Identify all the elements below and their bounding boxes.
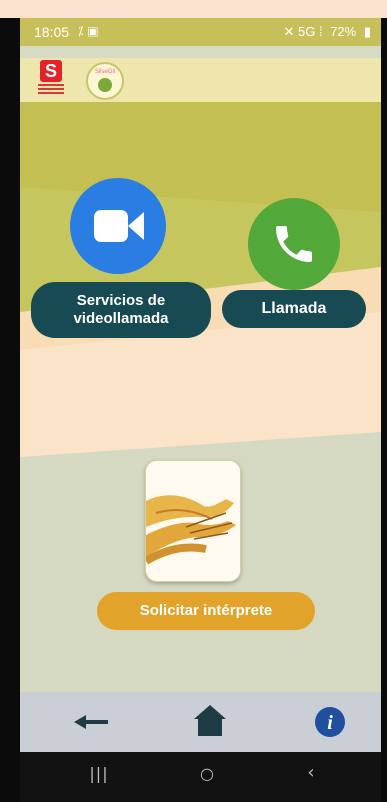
status-time: 18:05 (34, 24, 70, 40)
battery-level: 72% (330, 24, 357, 39)
home-icon (194, 705, 226, 736)
phone-handset-icon (276, 226, 312, 262)
top-accent-strip (0, 0, 387, 18)
foundation-logo: S (38, 60, 64, 98)
recent-apps-button[interactable]: ||| (84, 764, 114, 783)
foundation-logo-mark: S (40, 60, 62, 82)
sign-language-hands-icon (146, 461, 240, 581)
phone-call-icon[interactable] (248, 198, 340, 290)
android-back-button[interactable]: ‹ (296, 762, 326, 783)
right-frame (381, 18, 387, 802)
videocall-button[interactable]: Servicios de videollamada (31, 282, 211, 338)
android-home-button[interactable]: ○ (192, 764, 222, 783)
home-nav-button[interactable] (180, 692, 240, 752)
android-nav-bar: ||| ○ ‹ (20, 752, 381, 802)
request-interpreter-button[interactable]: Solicitar intérprete (97, 592, 315, 630)
back-nav-button[interactable] (68, 692, 128, 752)
camera-lens (128, 212, 144, 240)
videocall-icon[interactable] (70, 178, 166, 274)
silsegil-logo: SilseGil (86, 62, 124, 100)
signal-icon: ✕ 5G ⁞ (283, 24, 323, 39)
info-icon: i (315, 707, 345, 737)
battery-icon: ▮ (363, 24, 371, 39)
app-bottom-nav: i (20, 692, 381, 752)
left-frame (0, 18, 20, 802)
status-right-group: ✕ 5G ⁞ 72% ▮ (279, 24, 371, 40)
silsegil-logo-emblem (98, 78, 112, 92)
svg-text:i: i (327, 712, 333, 734)
info-nav-button[interactable]: i (300, 692, 360, 752)
logo-bar: S SilseGil (20, 58, 381, 102)
status-notification-icons: ⁒ ▣ (78, 24, 99, 38)
interpreter-card[interactable] (145, 460, 241, 582)
silsegil-logo-text: SilseGil (94, 69, 116, 75)
arrow-left-icon (74, 715, 108, 729)
phone-screen: 18:05 ⁒ ▣ ✕ 5G ⁞ 72% ▮ S SilseGil Servic… (20, 18, 381, 802)
call-button[interactable]: Llamada (222, 290, 366, 328)
status-bar: 18:05 ⁒ ▣ ✕ 5G ⁞ 72% ▮ (20, 18, 381, 46)
foundation-logo-text (38, 84, 64, 98)
camera-body (94, 210, 128, 242)
